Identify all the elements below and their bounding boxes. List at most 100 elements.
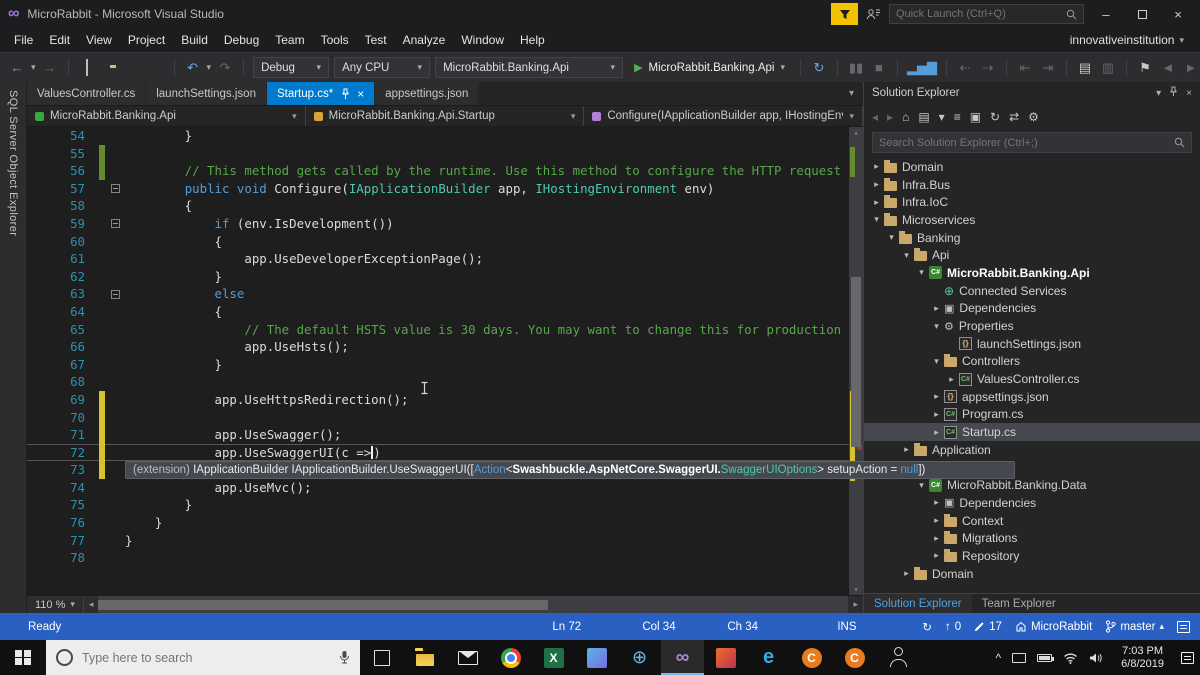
navigate-backward-button[interactable]: ← [8,61,26,74]
expander-expanded-icon[interactable]: ▾ [915,480,928,491]
expander-expanded-icon[interactable]: ▾ [870,214,883,225]
expander-collapsed-icon[interactable]: ▸ [930,427,943,438]
expander-collapsed-icon[interactable]: ▸ [870,197,883,208]
scrollbar-thumb[interactable] [98,600,549,610]
start-debugging-button[interactable]: ▶ MicroRabbit.Banking.Api ▾ [628,61,791,75]
status-character[interactable]: Ch 34 [727,621,837,633]
hidden-icons-chevron[interactable]: ^ [996,651,1002,665]
quick-launch-box[interactable] [889,4,1084,24]
menu-help[interactable]: Help [512,29,553,51]
increase-indent-icon[interactable]: ⇥ [1039,61,1057,74]
store-app-icon[interactable] [575,640,618,675]
expander-collapsed-icon[interactable]: ▸ [900,568,913,579]
collapse-region-icon[interactable] [110,219,120,229]
code-line-57[interactable]: 57 public void Configure(IApplicationBui… [27,180,849,198]
status-insert-mode[interactable]: INS [837,621,922,633]
battery-icon[interactable] [1037,653,1055,662]
menu-view[interactable]: View [78,29,120,51]
code-line-60[interactable]: 60 { [27,233,849,251]
tree-item-controllers[interactable]: ▾ Controllers [864,353,1200,371]
c-app-icon-1[interactable]: C [790,640,833,675]
chrome-icon[interactable] [489,640,532,675]
minimize-button[interactable]: – [1092,7,1120,22]
send-feedback-button[interactable] [866,8,881,20]
expander-collapsed-icon[interactable]: ▸ [930,533,943,544]
break-all-icon[interactable]: ▮▮ [847,61,865,74]
tab-startup-cs[interactable]: Startup.cs* × [266,82,375,105]
taskbar-search-input[interactable] [82,650,330,665]
home-icon[interactable]: ⌂ [902,111,909,123]
network-icon[interactable] [1063,652,1078,664]
expander-collapsed-icon[interactable]: ▸ [900,444,913,455]
tree-item-microrabbit-banking-api[interactable]: ▾ C# MicroRabbit.Banking.Api [864,264,1200,282]
quick-launch-input[interactable] [896,8,1060,20]
expander-collapsed-icon[interactable]: ▸ [930,391,943,402]
scroll-down-icon[interactable]: ▾ [849,585,863,594]
sql-server-object-explorer-tab[interactable]: SQL Server Object Explorer [0,82,27,613]
code-line-76[interactable]: 76 } [27,514,849,532]
status-column[interactable]: Col 34 [642,621,727,633]
code-line-66[interactable]: 66 app.UseHsts(); [27,338,849,356]
tree-item-domain[interactable]: ▸ Domain [864,158,1200,176]
tree-item-properties[interactable]: ▾ ⚙ Properties [864,317,1200,335]
expander-collapsed-icon[interactable]: ▸ [945,374,958,385]
chevron-down-icon[interactable]: ▾ [1156,88,1161,99]
display-tray-icon[interactable] [1012,652,1027,663]
code-line-70[interactable]: 70 [27,408,849,427]
code-line-59[interactable]: 59 if (env.IsDevelopment()) [27,215,849,233]
zoom-control[interactable]: 110 % ▾ [27,596,84,613]
pin-icon[interactable] [1169,86,1178,100]
taskbar-search-box[interactable] [46,640,360,675]
switch-views-icon[interactable]: ▤ [918,111,929,123]
code-line-55[interactable]: 55 [27,144,849,163]
menu-debug[interactable]: Debug [216,29,267,51]
tree-item-program-cs[interactable]: ▸ C# Program.cs [864,406,1200,424]
navigate-forward-button[interactable]: → [41,61,59,74]
tree-item-infra-ioc[interactable]: ▸ Infra.IoC [864,193,1200,211]
chevron-down-icon[interactable]: ▾ [31,62,36,73]
tree-item-context[interactable]: ▸ Context [864,512,1200,530]
properties-icon[interactable]: ⚙ [1028,111,1039,123]
scroll-left-icon[interactable]: ◂ [84,599,99,610]
people-icon[interactable] [876,640,919,675]
next-bookmark-icon[interactable]: ► [1182,61,1200,74]
startup-project-dropdown[interactable]: MicroRabbit.Banking.Api ▾ [435,57,624,78]
code-line-61[interactable]: 61 app.UseDeveloperExceptionPage(); [27,250,849,268]
tab-valuescontroller-cs[interactable]: ValuesController.cs [27,82,146,105]
code-line-68[interactable]: 68 [27,373,849,391]
breadcrumb-segment-1[interactable]: MicroRabbit.Banking.Api ▾ [27,106,306,126]
navigate-backward-icon[interactable]: ⇠ [956,61,974,74]
restart-icon[interactable]: ↻ [810,61,828,74]
action-center-icon[interactable] [1181,651,1194,664]
tree-item-valuescontroller-cs[interactable]: ▸ C# ValuesController.cs [864,370,1200,388]
expander-expanded-icon[interactable]: ▾ [900,250,913,261]
c-app-icon-2[interactable]: C [833,640,876,675]
start-button[interactable] [0,640,46,675]
solution-configuration-dropdown[interactable]: Debug ▾ [253,57,330,78]
code-line-63[interactable]: 63 else [27,285,849,303]
maximize-button[interactable] [1128,7,1156,22]
tree-item-microrabbit-banking-data[interactable]: ▾ C# MicroRabbit.Banking.Data [864,476,1200,494]
new-file-button[interactable] [78,59,96,76]
tree-item-launchsettings-json[interactable]: {} launchSettings.json [864,335,1200,353]
filter-dropdown-icon[interactable]: ▾ [939,111,945,123]
expander-expanded-icon[interactable]: ▾ [930,356,943,367]
breadcrumb-segment-3[interactable]: Configure(IApplicationBuilder app, IHost… [584,106,864,126]
save-all-button[interactable] [147,61,165,74]
code-line-69[interactable]: 69 app.UseHttpsRedirection(); [27,390,849,409]
scroll-right-icon[interactable]: ▸ [848,599,863,610]
code-line-58[interactable]: 58 { [27,197,849,215]
tree-item-api[interactable]: ▾ Api [864,246,1200,264]
stop-icon[interactable]: ■ [870,61,888,74]
refresh-icon[interactable]: ↻ [990,111,1000,123]
expander-expanded-icon[interactable]: ▾ [915,267,928,278]
microphone-icon[interactable] [339,650,350,665]
pin-icon[interactable] [341,88,350,99]
code-line-65[interactable]: 65 // The default HSTS value is 30 days.… [27,321,849,339]
tab-launchsettings-json[interactable]: launchSettings.json [146,82,266,105]
menu-file[interactable]: File [6,29,41,51]
file-explorer-icon[interactable] [403,640,446,675]
status-panel-icon[interactable] [1177,620,1190,633]
excel-icon[interactable]: X [532,640,575,675]
tree-item-application[interactable]: ▸ Application [864,441,1200,459]
